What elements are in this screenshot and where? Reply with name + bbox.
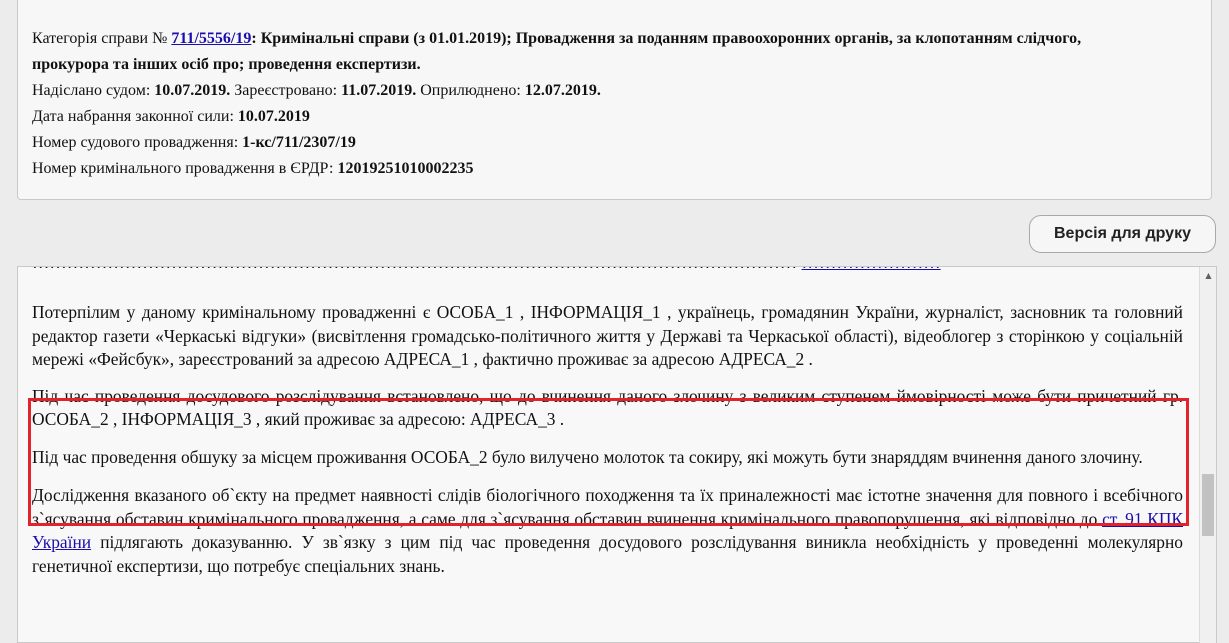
scroll-thumb[interactable] xyxy=(1202,474,1214,536)
category-text: : Кримінальні справи (з 01.01.2019); Про… xyxy=(251,30,1082,47)
effective-label: Дата набрання законної сили: xyxy=(32,108,234,125)
registered-date: 11.07.2019. xyxy=(341,82,417,99)
sent-date: 10.07.2019. xyxy=(154,82,231,99)
document-paragraph-partial: …………………………………………………………………………………………………………… xyxy=(32,267,1183,274)
document-paragraph-search: Під час проведення обшуку за місцем прож… xyxy=(32,446,1143,467)
case-category-line-2: прокурора та інших осіб про; проведення … xyxy=(32,52,1211,78)
document-frame[interactable]: …………………………………………………………………………………………………………… xyxy=(17,266,1217,643)
criminal-proc-number: 12019251010002235 xyxy=(337,160,474,177)
published-label: Оприлюднено: xyxy=(420,82,521,99)
document-paragraph-examination: Дослідження вказаного об`єкту на предмет… xyxy=(32,484,1183,578)
case-category-line: Категорія справи № 711/5556/19: Кримінал… xyxy=(32,26,1211,52)
criminal-proc-label: Номер кримінального провадження в ЄРДР: xyxy=(32,160,334,177)
scroll-up-icon[interactable]: ▲ xyxy=(1200,267,1217,284)
examination-text-b: підлягають доказуванню. У зв`язку з цим … xyxy=(32,532,1183,576)
case-number-link[interactable]: 711/5556/19 xyxy=(171,30,251,47)
document-paragraph-suspect: Під час проведення досудового розслідува… xyxy=(32,385,1183,430)
court-proc-label: Номер судового провадження: xyxy=(32,134,239,151)
document-text: …………………………………………………………………………………………………………… xyxy=(32,267,1183,578)
dates-line: Надіслано судом: 10.07.2019. Зареєстрова… xyxy=(32,78,1211,104)
effective-date-line: Дата набрання законної сили: 10.07.2019 xyxy=(32,104,1211,130)
case-meta-panel: Категорія справи № 711/5556/19: Кримінал… xyxy=(17,0,1212,200)
registered-label: Зареєстровано: xyxy=(234,82,338,99)
partial-link[interactable]: …………………… xyxy=(802,267,941,272)
court-proceeding-line: Номер судового провадження: 1-кс/711/230… xyxy=(32,130,1211,156)
category-label: Категорія справи № xyxy=(32,30,168,47)
sent-label: Надіслано судом: xyxy=(32,82,151,99)
criminal-proceeding-line: Номер кримінального провадження в ЄРДР: … xyxy=(32,156,1211,182)
document-paragraph-victim: Потерпілим у даному кримінальному провад… xyxy=(32,302,1183,369)
category-text-2: прокурора та інших осіб про; проведення … xyxy=(32,56,421,73)
document-scrollbar[interactable]: ▲ xyxy=(1199,267,1216,643)
examination-text-a: Дослідження вказаного об`єкту на предмет… xyxy=(32,485,1183,529)
published-date: 12.07.2019. xyxy=(524,82,601,99)
effective-date: 10.07.2019 xyxy=(237,108,310,125)
print-version-button[interactable]: Версія для друку xyxy=(1029,215,1216,253)
partial-text: …………………………………………………………………………………………………………… xyxy=(32,267,797,272)
court-proc-number: 1-кс/711/2307/19 xyxy=(242,134,356,151)
